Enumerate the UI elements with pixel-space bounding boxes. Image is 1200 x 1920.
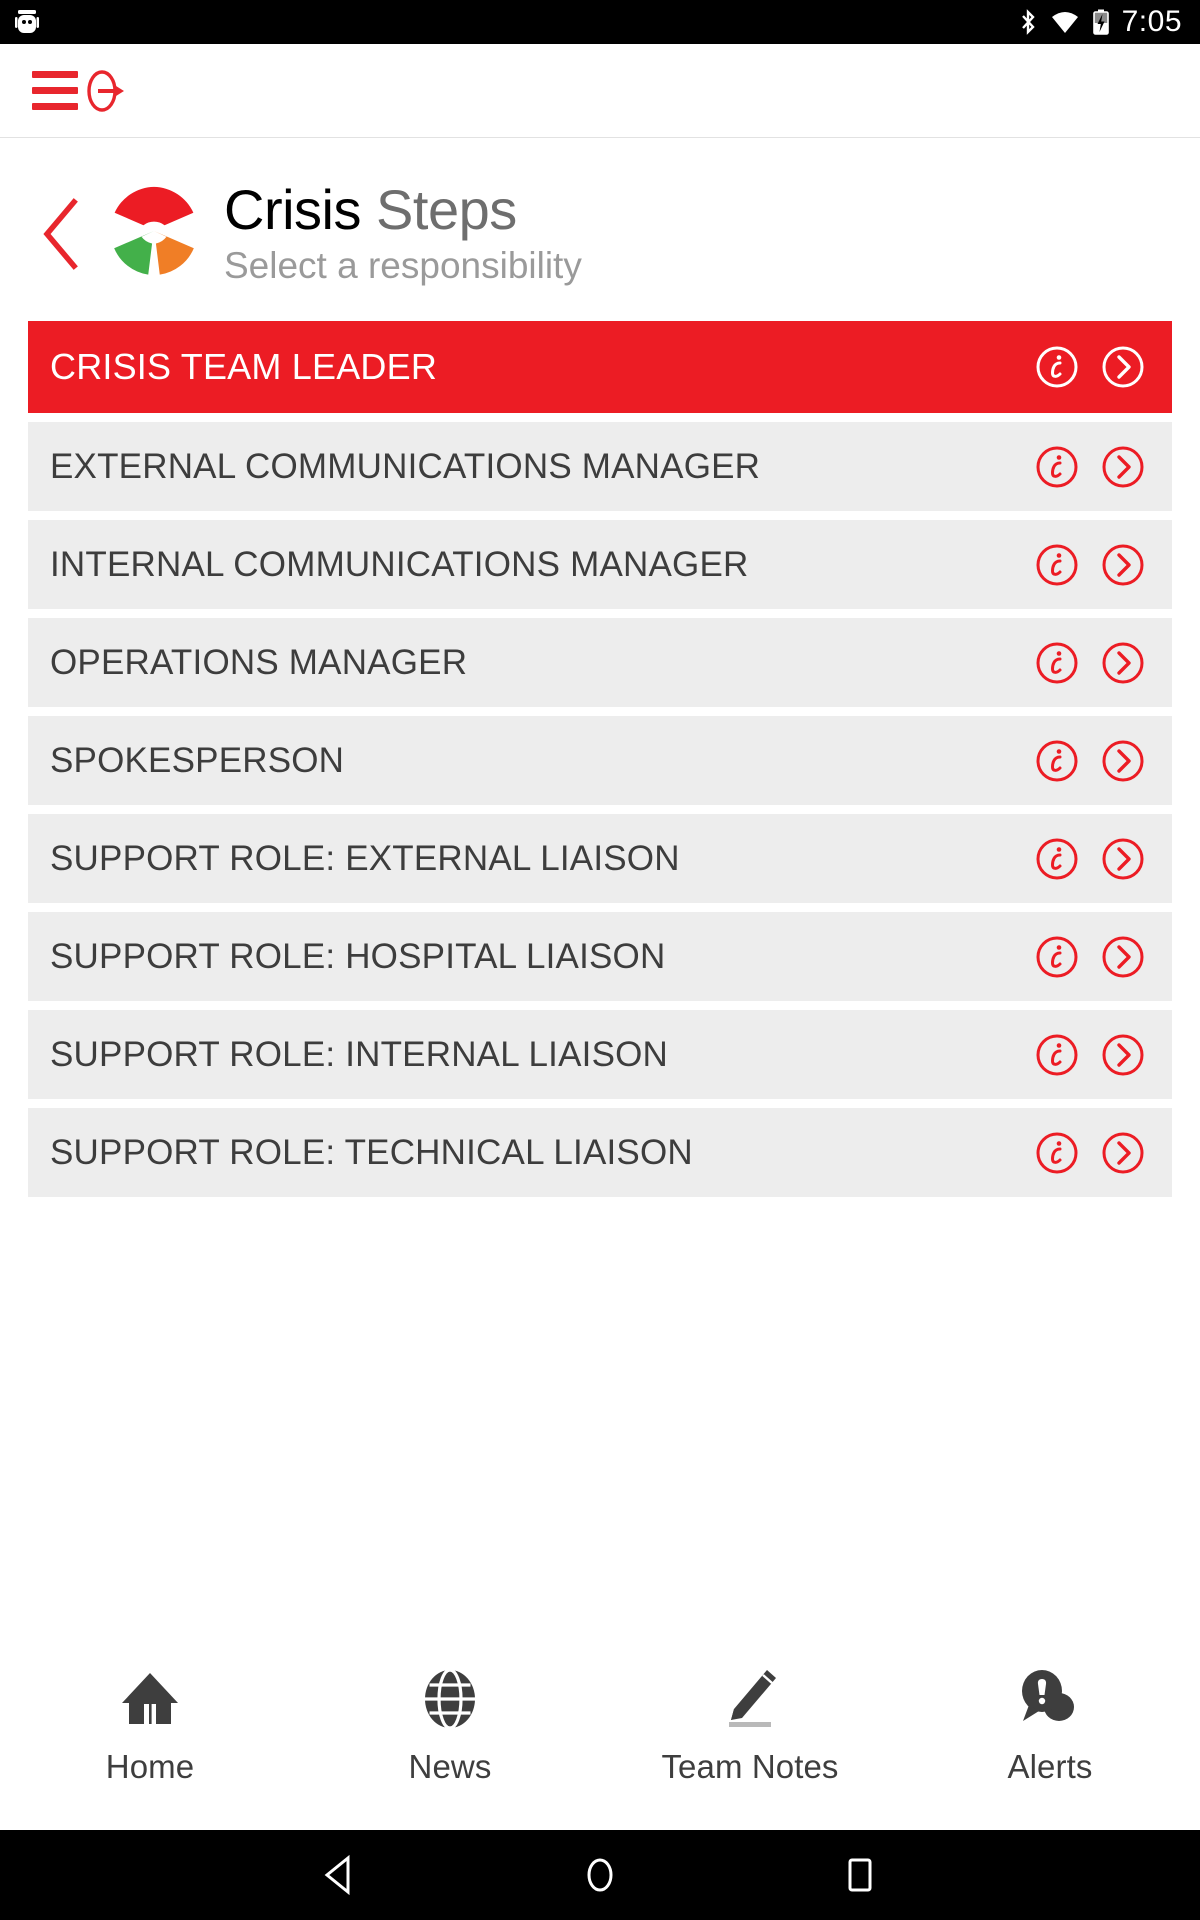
phone-screen: 7:05 Crisis Steps Select a responsibilit… <box>0 0 1200 1920</box>
row-actions <box>1034 542 1146 588</box>
page-title: Crisis Steps <box>224 180 582 239</box>
title-text-group: Crisis Steps Select a responsibility <box>224 180 582 287</box>
row-actions <box>1034 1130 1146 1176</box>
hamburger-bar <box>32 87 78 94</box>
row-actions <box>1034 1032 1146 1078</box>
tab-team-notes[interactable]: Team Notes <box>600 1668 900 1786</box>
tab-label: News <box>408 1748 492 1785</box>
responsibility-list: CRISIS TEAM LEADER EXTERNAL COMMUNICATIO… <box>0 321 1200 1198</box>
info-circle-icon[interactable] <box>1034 444 1080 490</box>
app-bar <box>0 44 1200 138</box>
chevron-right-circle-icon[interactable] <box>1100 836 1146 882</box>
info-circle-icon[interactable] <box>1034 640 1080 686</box>
chevron-right-circle-icon[interactable] <box>1100 934 1146 980</box>
info-circle-icon[interactable] <box>1034 738 1080 784</box>
hamburger-bar <box>32 103 78 110</box>
chevron-right-circle-icon[interactable] <box>1100 738 1146 784</box>
info-circle-icon[interactable] <box>1034 836 1080 882</box>
role-label: EXTERNAL COMMUNICATIONS MANAGER <box>50 446 761 486</box>
list-item[interactable]: SUPPORT ROLE: HOSPITAL LIAISON <box>28 912 1172 1002</box>
android-robot-icon <box>14 8 40 36</box>
info-circle-icon[interactable] <box>1034 1130 1080 1176</box>
list-item[interactable]: SUPPORT ROLE: EXTERNAL LIAISON <box>28 814 1172 904</box>
alert-speech-bubble-icon <box>1019 1668 1081 1730</box>
tab-alerts[interactable]: Alerts <box>900 1668 1200 1786</box>
status-bar-right: 7:05 <box>1018 5 1182 39</box>
bottom-tab-bar: Home News Team Notes Alerts <box>0 1644 1200 1830</box>
info-circle-icon[interactable] <box>1034 1032 1080 1078</box>
android-home-icon[interactable] <box>570 1845 630 1905</box>
battery-charging-icon <box>1092 8 1110 36</box>
role-label: OPERATIONS MANAGER <box>50 642 468 682</box>
list-item[interactable]: SUPPORT ROLE: TECHNICAL LIAISON <box>28 1108 1172 1198</box>
row-actions <box>1034 934 1146 980</box>
role-label: SUPPORT ROLE: INTERNAL LIAISON <box>50 1034 669 1074</box>
logout-icon[interactable] <box>78 65 130 117</box>
status-bar-left <box>14 8 40 36</box>
title-primary: Crisis <box>224 178 361 241</box>
row-actions <box>1034 344 1146 390</box>
info-circle-icon[interactable] <box>1034 934 1080 980</box>
list-item[interactable]: OPERATIONS MANAGER <box>28 618 1172 708</box>
list-item[interactable]: SPOKESPERSON <box>28 716 1172 806</box>
status-bar-clock: 7:05 <box>1121 5 1182 38</box>
row-actions <box>1034 444 1146 490</box>
chevron-right-circle-icon[interactable] <box>1100 1032 1146 1078</box>
row-actions <box>1034 738 1146 784</box>
hamburger-menu-icon[interactable] <box>32 71 78 110</box>
page-subtitle: Select a responsibility <box>224 245 582 287</box>
role-label: CRISIS TEAM LEADER <box>50 346 438 388</box>
chevron-right-circle-icon[interactable] <box>1100 542 1146 588</box>
info-circle-icon[interactable] <box>1034 344 1080 390</box>
role-label: SUPPORT ROLE: EXTERNAL LIAISON <box>50 838 680 878</box>
tab-label: Home <box>105 1748 195 1785</box>
tab-label: Alerts <box>1007 1748 1093 1785</box>
info-circle-icon[interactable] <box>1034 542 1080 588</box>
role-label: SUPPORT ROLE: TECHNICAL LIAISON <box>50 1132 693 1172</box>
row-actions <box>1034 836 1146 882</box>
tab-label: Team Notes <box>661 1748 839 1785</box>
tab-home[interactable]: Home <box>0 1668 300 1786</box>
role-label: SUPPORT ROLE: HOSPITAL LIAISON <box>50 936 666 976</box>
tab-news[interactable]: News <box>300 1668 600 1786</box>
page-header: Crisis Steps Select a responsibility <box>0 138 1200 321</box>
list-item[interactable]: INTERNAL COMMUNICATIONS MANAGER <box>28 520 1172 610</box>
chevron-right-circle-icon[interactable] <box>1100 640 1146 686</box>
bluetooth-icon <box>1018 8 1038 36</box>
role-label: SPOKESPERSON <box>50 740 345 780</box>
chevron-right-circle-icon[interactable] <box>1100 1130 1146 1176</box>
chevron-right-circle-icon[interactable] <box>1100 344 1146 390</box>
title-secondary: Steps <box>376 178 517 241</box>
list-item[interactable]: SUPPORT ROLE: INTERNAL LIAISON <box>28 1010 1172 1100</box>
chevron-right-circle-icon[interactable] <box>1100 444 1146 490</box>
role-label: INTERNAL COMMUNICATIONS MANAGER <box>50 544 749 584</box>
android-back-icon[interactable] <box>310 1845 370 1905</box>
globe-icon <box>421 1668 479 1730</box>
status-bar: 7:05 <box>0 0 1200 44</box>
crisis-steps-logo <box>98 183 202 284</box>
hamburger-bar <box>32 71 78 78</box>
wifi-icon <box>1050 8 1080 36</box>
list-item[interactable]: EXTERNAL COMMUNICATIONS MANAGER <box>28 422 1172 512</box>
home-icon <box>119 1668 181 1730</box>
list-item[interactable]: CRISIS TEAM LEADER <box>28 321 1172 414</box>
back-chevron-icon[interactable] <box>24 197 98 270</box>
pencil-icon <box>719 1668 781 1730</box>
android-nav-bar <box>0 1830 1200 1920</box>
android-recents-icon[interactable] <box>830 1845 890 1905</box>
row-actions <box>1034 640 1146 686</box>
